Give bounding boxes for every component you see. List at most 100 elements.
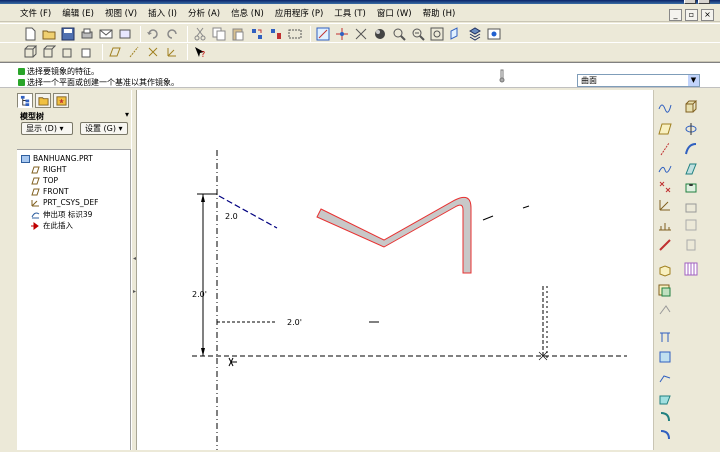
- chevron-down-icon[interactable]: ▼: [688, 75, 699, 86]
- menu-applications[interactable]: 应用程序 (P): [275, 7, 323, 19]
- part-icon: [21, 154, 30, 163]
- collapse-left-icon[interactable]: ◂: [133, 255, 136, 262]
- analysis-tool-icon[interactable]: [658, 218, 672, 232]
- pattern-icon[interactable]: [684, 262, 698, 276]
- datum-point-tool-icon[interactable]: [658, 180, 672, 194]
- extrude-feature-icon[interactable]: [684, 100, 698, 114]
- hidden-line-icon[interactable]: [41, 44, 57, 60]
- settings-button[interactable]: 设置 (G) ▾: [80, 122, 128, 135]
- email-icon[interactable]: [98, 26, 114, 42]
- hole-icon[interactable]: [684, 180, 698, 194]
- no-hidden-icon[interactable]: [60, 44, 76, 60]
- menu-analysis[interactable]: 分析 (A): [188, 7, 220, 19]
- tree-item-front[interactable]: FRONT: [31, 187, 69, 196]
- blend-icon[interactable]: [684, 162, 698, 176]
- send-icon[interactable]: [117, 26, 133, 42]
- tree-item-csys[interactable]: PRT_CSYS_DEF: [31, 198, 98, 207]
- select-box-icon[interactable]: [287, 26, 303, 42]
- datum-point-toggle-icon[interactable]: [145, 44, 161, 60]
- revolve-icon[interactable]: [684, 122, 698, 136]
- trim-icon[interactable]: [658, 304, 672, 318]
- expand-right-icon[interactable]: ▸: [133, 288, 136, 295]
- offset-icon[interactable]: [658, 372, 672, 386]
- datum-axis-tool-icon[interactable]: [658, 142, 672, 156]
- sketch-canvas: 2.0 2.0' 2.0': [192, 150, 627, 450]
- layers-icon[interactable]: [486, 26, 502, 42]
- surface-icon[interactable]: [658, 330, 672, 344]
- bent-sheet-profile[interactable]: [316, 196, 472, 274]
- undo-icon[interactable]: [145, 26, 161, 42]
- selection-filter-select[interactable]: 曲面 ▼: [577, 74, 700, 87]
- tree-item-part[interactable]: BANHUANG.PRT: [21, 154, 93, 163]
- window-restore-icon[interactable]: ▫: [685, 9, 698, 21]
- merge-icon[interactable]: [658, 284, 672, 298]
- menu-insert[interactable]: 插入 (I): [148, 7, 177, 19]
- paste-icon[interactable]: [230, 26, 246, 42]
- sketched-curve-icon[interactable]: [658, 100, 672, 114]
- menu-view[interactable]: 视图 (V): [105, 7, 137, 19]
- menu-file[interactable]: 文件 (F): [20, 7, 51, 19]
- copy-icon[interactable]: [211, 26, 227, 42]
- context-help-icon[interactable]: ?: [192, 44, 208, 60]
- datum-plane-toggle-icon[interactable]: [107, 44, 123, 60]
- graphics-window[interactable]: 2.0 2.0' 2.0': [137, 90, 653, 450]
- csys-tool-icon[interactable]: [658, 198, 672, 212]
- redo-icon[interactable]: [164, 26, 180, 42]
- shaded-icon[interactable]: [79, 44, 95, 60]
- csys-toggle-icon[interactable]: [164, 44, 180, 60]
- tree-item-label: BANHUANG.PRT: [33, 154, 93, 163]
- saved-views-icon[interactable]: [467, 26, 483, 42]
- datum-axis-icon[interactable]: [334, 26, 350, 42]
- zoom-in-icon[interactable]: [391, 26, 407, 42]
- datum-plane-icon: [31, 166, 40, 173]
- message-line-1: 选择要镜象的特征。: [18, 66, 99, 77]
- tab-folder-browser[interactable]: [35, 93, 51, 108]
- dim-text-bottom[interactable]: 2.0': [287, 318, 302, 327]
- datum-plane-tool-icon[interactable]: [658, 122, 672, 136]
- cut-icon[interactable]: [192, 26, 208, 42]
- zoom-out-icon[interactable]: [410, 26, 426, 42]
- refit-icon[interactable]: [429, 26, 445, 42]
- dim-text-top[interactable]: 2.0: [225, 212, 238, 221]
- datum-point-icon[interactable]: [353, 26, 369, 42]
- tree-item-insert-here[interactable]: 在此插入: [31, 220, 73, 231]
- rib-icon[interactable]: [684, 218, 698, 232]
- round-icon[interactable]: [658, 428, 672, 442]
- menu-tools[interactable]: 工具 (T): [334, 7, 366, 19]
- sketch-icon[interactable]: [315, 26, 331, 42]
- copy-feature-icon[interactable]: [658, 264, 672, 278]
- draft-icon[interactable]: [684, 238, 698, 252]
- thicken-icon[interactable]: [658, 392, 672, 406]
- solidify-icon[interactable]: [658, 410, 672, 424]
- shade-icon[interactable]: [372, 26, 388, 42]
- shell-icon[interactable]: [684, 200, 698, 214]
- menu-help[interactable]: 帮助 (H): [423, 7, 456, 19]
- fill-icon[interactable]: [658, 350, 672, 364]
- wireframe-icon[interactable]: [22, 44, 38, 60]
- window-minimize-icon[interactable]: _: [669, 9, 682, 21]
- chain-icon[interactable]: [658, 238, 672, 252]
- tab-favorites[interactable]: [53, 93, 69, 108]
- menu-info[interactable]: 信息 (N): [231, 7, 264, 19]
- regen-manager-icon[interactable]: [268, 26, 284, 42]
- show-button[interactable]: 显示 (D) ▾: [21, 122, 73, 135]
- open-file-icon[interactable]: [41, 26, 57, 42]
- tree-item-top[interactable]: TOP: [31, 176, 58, 185]
- chevron-down-icon[interactable]: ▾: [125, 110, 129, 119]
- model-tree: BANHUANG.PRT RIGHT TOP FRONT PRT_CSYS_DE…: [17, 149, 131, 450]
- new-file-icon[interactable]: [22, 26, 38, 42]
- sketch-tool-icon[interactable]: [658, 162, 672, 176]
- regenerate-icon[interactable]: [249, 26, 265, 42]
- menu-window[interactable]: 窗口 (W): [377, 7, 412, 19]
- tree-item-extrude[interactable]: 伸出项 标识39: [31, 209, 92, 220]
- dim-text-left[interactable]: 2.0': [192, 290, 207, 299]
- sweep-icon[interactable]: [684, 142, 698, 156]
- window-close-icon[interactable]: ×: [701, 9, 714, 21]
- menu-edit[interactable]: 编辑 (E): [62, 7, 94, 19]
- tree-item-right[interactable]: RIGHT: [31, 165, 66, 174]
- datum-axis-toggle-icon[interactable]: [126, 44, 142, 60]
- save-icon[interactable]: [60, 26, 76, 42]
- tab-model-tree[interactable]: [17, 93, 33, 108]
- print-icon[interactable]: [79, 26, 95, 42]
- reorient-icon[interactable]: [448, 26, 464, 42]
